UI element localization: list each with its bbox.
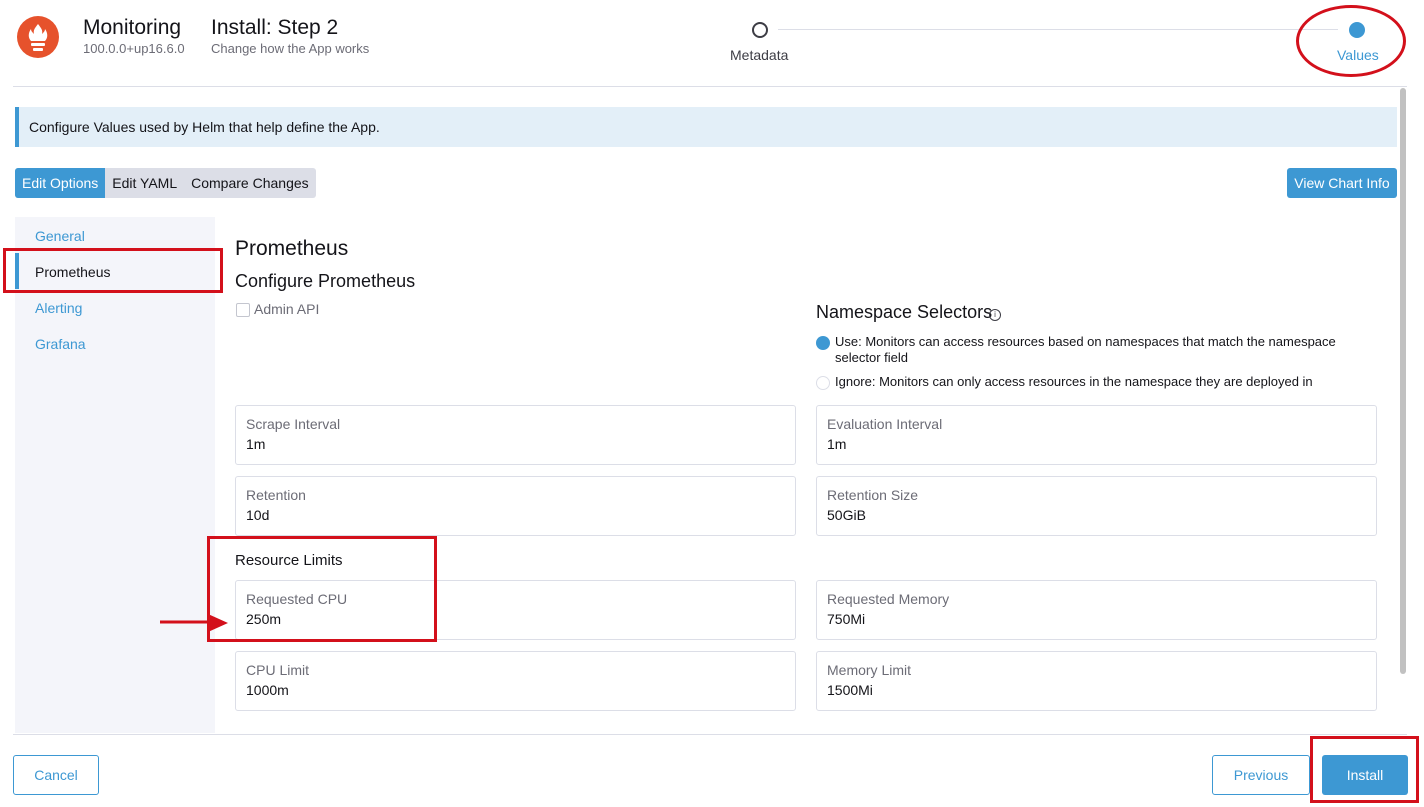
annotation-install-box bbox=[1310, 736, 1419, 803]
requested-memory-field[interactable]: Requested Memory 750Mi bbox=[816, 580, 1377, 640]
subsection-title: Configure Prometheus bbox=[235, 271, 416, 291]
info-icon[interactable]: i bbox=[989, 309, 1001, 321]
stepper-line bbox=[778, 29, 1338, 30]
annotation-resource-box bbox=[207, 536, 437, 642]
field-label: Scrape Interval bbox=[246, 416, 341, 432]
namespace-ignore-label[interactable]: Ignore: Monitors can only access resourc… bbox=[835, 374, 1313, 389]
cancel-button[interactable]: Cancel bbox=[13, 755, 99, 795]
namespace-ignore-radio[interactable] bbox=[816, 376, 830, 390]
retention-field[interactable]: Retention 10d bbox=[235, 476, 796, 536]
tab-edit-options[interactable]: Edit Options bbox=[15, 168, 106, 198]
field-label: Memory Limit bbox=[827, 662, 912, 678]
prometheus-logo-icon bbox=[17, 16, 59, 58]
field-value[interactable]: 750Mi bbox=[827, 611, 865, 627]
previous-button[interactable]: Previous bbox=[1212, 755, 1310, 795]
field-label: Retention bbox=[246, 487, 306, 503]
field-value[interactable]: 10d bbox=[246, 507, 269, 523]
field-label: Evaluation Interval bbox=[827, 416, 943, 432]
field-value[interactable]: 1500Mi bbox=[827, 682, 873, 698]
memory-limit-field[interactable]: Memory Limit 1500Mi bbox=[816, 651, 1377, 711]
header-divider bbox=[13, 86, 1407, 87]
step-metadata-dot[interactable] bbox=[752, 22, 768, 38]
admin-api-checkbox[interactable] bbox=[236, 303, 250, 317]
field-value[interactable]: 1000m bbox=[246, 682, 289, 698]
app-name: Monitoring bbox=[83, 16, 182, 39]
step-metadata-label[interactable]: Metadata bbox=[730, 47, 788, 63]
field-label: CPU Limit bbox=[246, 662, 310, 678]
sidebar-item-grafana[interactable]: Grafana bbox=[35, 336, 86, 352]
retention-size-field[interactable]: Retention Size 50GiB bbox=[816, 476, 1377, 536]
view-chart-info-button[interactable]: View Chart Info bbox=[1287, 168, 1397, 198]
info-banner-text: Configure Values used by Helm that help … bbox=[29, 119, 380, 135]
step-title: Install: Step 2 bbox=[211, 16, 339, 39]
annotation-prometheus-box bbox=[3, 248, 223, 293]
step-subtitle: Change how the App works bbox=[211, 41, 370, 56]
namespace-selectors-title: Namespace Selectors bbox=[816, 302, 993, 322]
field-value[interactable]: 1m bbox=[246, 436, 265, 452]
field-label: Requested Memory bbox=[827, 591, 950, 607]
sidebar-item-general[interactable]: General bbox=[35, 228, 85, 244]
field-value[interactable]: 50GiB bbox=[827, 507, 866, 523]
tab-edit-yaml[interactable]: Edit YAML bbox=[105, 168, 184, 198]
edit-mode-tabs: Edit Options Edit YAML Compare Changes bbox=[15, 168, 316, 198]
sidebar-item-alerting[interactable]: Alerting bbox=[35, 300, 82, 316]
app-version: 100.0.0+up16.6.0 bbox=[83, 41, 185, 56]
cpu-limit-field[interactable]: CPU Limit 1000m bbox=[235, 651, 796, 711]
sidebar: General Prometheus Alerting Grafana bbox=[15, 217, 215, 733]
tab-compare-changes[interactable]: Compare Changes bbox=[184, 168, 316, 198]
field-label: Retention Size bbox=[827, 487, 919, 503]
admin-api-label[interactable]: Admin API bbox=[254, 301, 319, 317]
namespace-use-label[interactable]: Use: Monitors can access resources based… bbox=[835, 334, 1365, 366]
evaluation-interval-field[interactable]: Evaluation Interval 1m bbox=[816, 405, 1377, 465]
namespace-use-radio[interactable] bbox=[816, 336, 830, 350]
section-title: Prometheus bbox=[235, 237, 349, 260]
scrape-interval-field[interactable]: Scrape Interval 1m bbox=[235, 405, 796, 465]
field-value[interactable]: 1m bbox=[827, 436, 846, 452]
annotation-values-circle bbox=[1296, 5, 1406, 77]
scrollbar-thumb[interactable] bbox=[1400, 88, 1406, 674]
annotation-arrow-icon bbox=[160, 614, 228, 632]
footer-divider bbox=[13, 734, 1407, 735]
